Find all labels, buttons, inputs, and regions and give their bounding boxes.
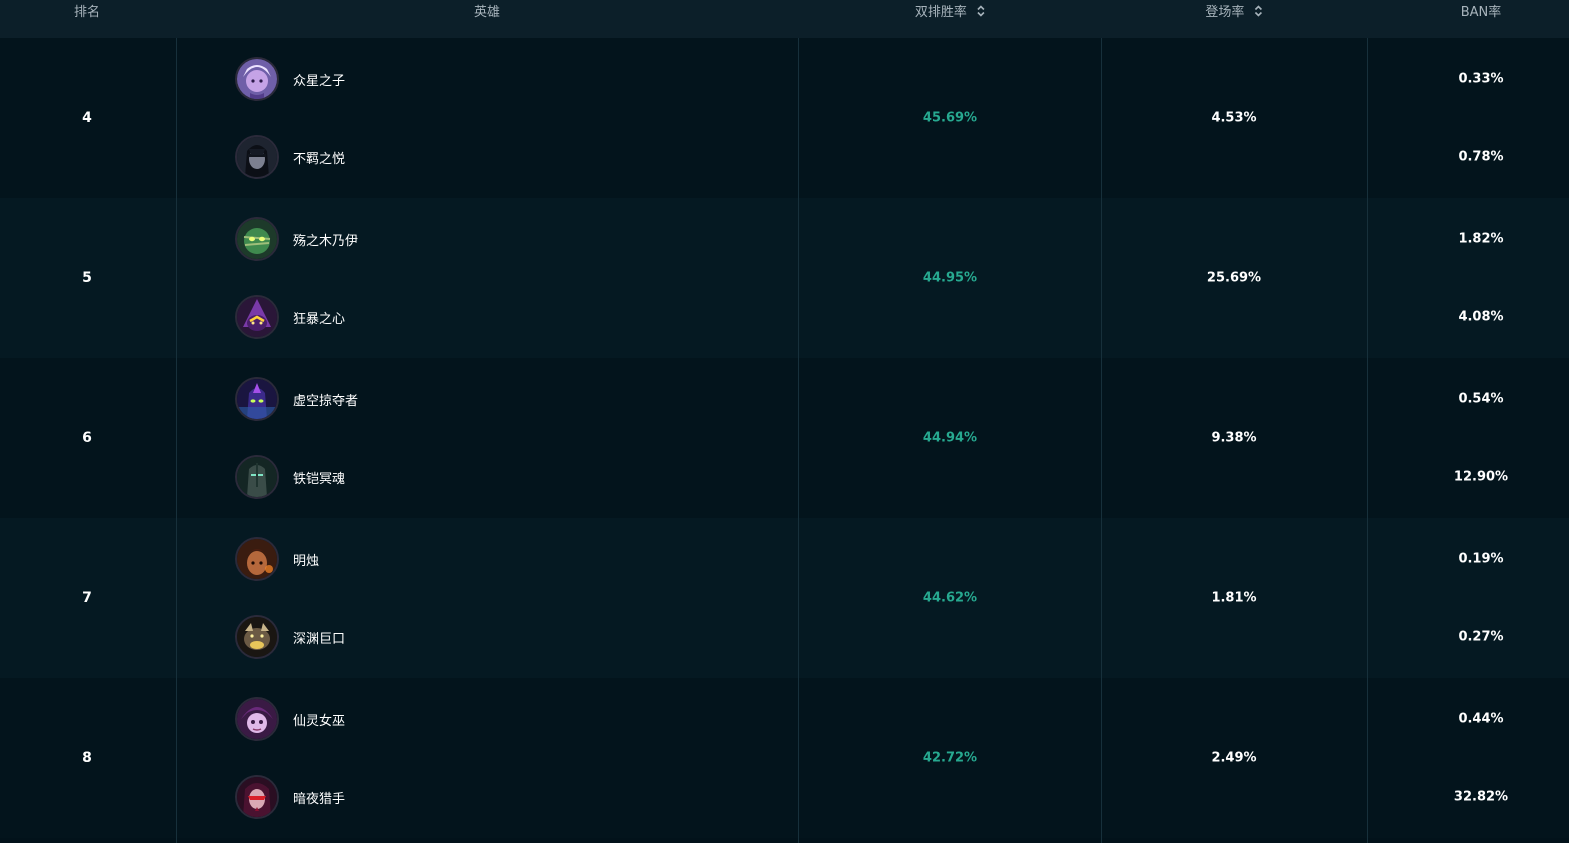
hero-name[interactable]: 众星之子 (293, 70, 345, 89)
winrate-value: 44.94% (922, 430, 978, 446)
table-row-group: 8 仙灵女巫 暗夜猎手 42.72% 2.49% 0.44% 32.82% (0, 678, 1569, 838)
banrate-value: 4.08% (1458, 309, 1504, 325)
banrate-value: 0.44% (1458, 711, 1504, 727)
banrate-value: 0.78% (1458, 149, 1504, 165)
pickrate-value: 2.49% (1211, 750, 1257, 766)
hero-entry[interactable]: 明烛 (235, 535, 319, 583)
header-rank: 排名 (74, 0, 100, 26)
hero-name[interactable]: 仙灵女巫 (293, 710, 345, 729)
hero-entry[interactable]: 殇之木乃伊 (235, 215, 358, 263)
hero-name[interactable]: 殇之木乃伊 (293, 230, 358, 249)
rank-number: 8 (82, 750, 92, 766)
header-banrate: BAN率 (1461, 0, 1502, 26)
soraka-avatar[interactable] (235, 57, 279, 101)
pickrate-value: 1.81% (1211, 590, 1257, 606)
rank-number: 4 (82, 110, 92, 126)
hero-entry[interactable]: 众星之子 (235, 55, 345, 103)
hero-entry[interactable]: 虚空掠夺者 (235, 375, 358, 423)
table-row-group: 5 殇之木乃伊 狂暴之心 44.95% 25.69% 1.82% 4.08% (0, 198, 1569, 358)
column-divider (1101, 38, 1102, 843)
lulu-avatar[interactable] (235, 697, 279, 741)
banrate-value: 0.27% (1458, 629, 1504, 645)
hero-entry[interactable]: 暗夜猎手 (235, 773, 345, 821)
table-row-group: 6 虚空掠夺者 铁铠冥魂 44.94% 9.38% 0.54% 12.90% (0, 358, 1569, 518)
kogmaw-avatar[interactable] (235, 615, 279, 659)
header-pickrate-label: 登场率 (1205, 5, 1245, 20)
hero-name[interactable]: 虚空掠夺者 (293, 390, 358, 409)
rank-number: 5 (82, 270, 92, 286)
column-divider (1367, 38, 1368, 843)
header-hero-label: 英雄 (473, 5, 501, 20)
table-row-group: 7 明烛 深渊巨口 44.62% 1.81% 0.19% 0.27% (0, 518, 1569, 678)
header-pickrate-sort[interactable]: 登场率 (1205, 0, 1263, 26)
hero-entry[interactable]: 不羁之悦 (235, 133, 345, 181)
hero-ranking-table: 排名 英雄 双排胜率 登场率 BAN率 4 众星之子 不羁之悦 45.69% 4… (0, 0, 1569, 843)
banrate-value: 1.82% (1458, 231, 1504, 247)
column-divider (798, 38, 799, 843)
hero-name[interactable]: 铁铠冥魂 (293, 468, 345, 487)
hero-name[interactable]: 深渊巨口 (293, 628, 345, 647)
hero-name[interactable]: 明烛 (293, 550, 319, 569)
hero-entry[interactable]: 狂暴之心 (235, 293, 345, 341)
banrate-value: 0.54% (1458, 391, 1504, 407)
rank-number: 7 (82, 590, 92, 606)
milio-avatar[interactable] (235, 537, 279, 581)
banrate-value: 32.82% (1453, 789, 1509, 805)
kennen-avatar[interactable] (235, 295, 279, 339)
header-winrate-label: 双排胜率 (914, 5, 967, 20)
hero-entry[interactable]: 仙灵女巫 (235, 695, 345, 743)
pickrate-value: 9.38% (1211, 430, 1257, 446)
table-header: 排名 英雄 双排胜率 登场率 BAN率 (0, 0, 1569, 38)
hero-entry[interactable]: 深渊巨口 (235, 613, 345, 661)
column-divider (176, 38, 177, 843)
amumu-avatar[interactable] (235, 217, 279, 261)
header-winrate-sort[interactable]: 双排胜率 (915, 0, 985, 26)
winrate-value: 44.62% (922, 590, 978, 606)
header-banrate-label: BAN率 (1460, 5, 1502, 20)
hero-name[interactable]: 不羁之悦 (293, 148, 345, 167)
pickrate-value: 25.69% (1206, 270, 1262, 286)
banrate-value: 0.19% (1458, 551, 1504, 567)
table-row-group: 4 众星之子 不羁之悦 45.69% 4.53% 0.33% 0.78% (0, 38, 1569, 198)
vayne-avatar[interactable] (235, 775, 279, 819)
hero-name[interactable]: 狂暴之心 (293, 308, 345, 327)
khazix-avatar[interactable] (235, 377, 279, 421)
hero-name[interactable]: 暗夜猎手 (293, 788, 345, 807)
banrate-value: 12.90% (1453, 469, 1509, 485)
rank-number: 6 (82, 430, 92, 446)
nilah-avatar[interactable] (235, 135, 279, 179)
banrate-value: 0.33% (1458, 71, 1504, 87)
winrate-value: 45.69% (922, 110, 978, 126)
sort-icon[interactable] (977, 5, 985, 17)
sort-icon[interactable] (1255, 5, 1263, 17)
winrate-value: 44.95% (922, 270, 978, 286)
header-hero: 英雄 (474, 0, 500, 26)
pickrate-value: 4.53% (1211, 110, 1257, 126)
mordekaiser-avatar[interactable] (235, 455, 279, 499)
header-rank-label: 排名 (73, 5, 101, 20)
winrate-value: 42.72% (922, 750, 978, 766)
hero-entry[interactable]: 铁铠冥魂 (235, 453, 345, 501)
